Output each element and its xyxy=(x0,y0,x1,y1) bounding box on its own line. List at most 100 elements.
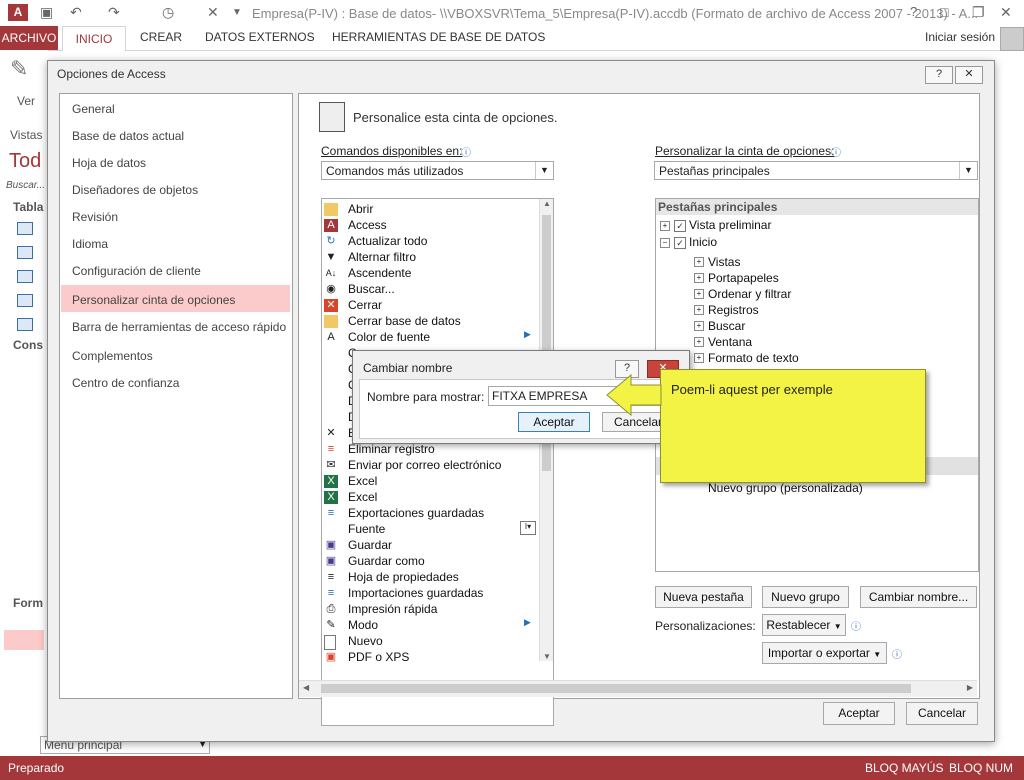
customize-qat-icon[interactable]: ▼ xyxy=(232,7,242,18)
category-general[interactable]: General xyxy=(72,102,115,116)
category-proofing[interactable]: Revisión xyxy=(72,210,118,224)
expand-icon[interactable]: + xyxy=(694,289,704,299)
close-window-icon[interactable]: ✕ xyxy=(1000,4,1012,21)
list-item[interactable]: Exportaciones guardadas xyxy=(348,506,484,520)
chevron-down-icon[interactable]: ▼ xyxy=(959,162,977,179)
list-item[interactable]: Fuente xyxy=(348,522,385,536)
list-item[interactable]: Guardar xyxy=(348,538,392,552)
scroll-up-icon[interactable]: ▲ xyxy=(540,199,553,208)
category-customize-ribbon[interactable]: Personalizar cinta de opciones xyxy=(72,293,235,307)
tab-crear[interactable]: CREAR xyxy=(140,30,182,44)
list-item[interactable]: Excel xyxy=(348,490,377,504)
tree-group-portapapeles[interactable]: Portapapeles xyxy=(708,271,779,285)
list-item[interactable]: Ascendente xyxy=(348,266,411,280)
nav-search-input[interactable]: Buscar... xyxy=(6,180,45,191)
tree-group-ordenar[interactable]: Ordenar y filtrar xyxy=(708,287,791,301)
reset-button[interactable]: Restablecer ▼ xyxy=(762,614,846,636)
tab-inicio[interactable]: INICIO xyxy=(62,26,126,51)
ribbon-options-icon[interactable]: □ xyxy=(940,4,948,20)
close-button[interactable]: ✕ xyxy=(955,66,983,84)
new-group-button[interactable]: Nuevo grupo xyxy=(762,586,849,608)
list-item[interactable]: Alternar filtro xyxy=(348,250,416,264)
queries-header[interactable]: Cons xyxy=(13,338,43,352)
expand-icon[interactable]: + xyxy=(694,257,704,267)
scroll-thumb[interactable] xyxy=(321,684,911,693)
tree-group-vistas[interactable]: Vistas xyxy=(708,255,740,269)
undo-icon[interactable]: ↶ xyxy=(70,4,82,21)
save-icon[interactable]: ▣ xyxy=(40,4,53,21)
tree-item-inicio[interactable]: Inicio xyxy=(689,235,717,249)
access-icon[interactable]: A xyxy=(8,4,28,21)
table-icon[interactable] xyxy=(17,318,33,331)
cancel-button[interactable]: Cancelar xyxy=(906,702,978,725)
tree-item-vista-preliminar[interactable]: Vista preliminar xyxy=(689,218,771,232)
table-icon[interactable] xyxy=(17,270,33,283)
list-item[interactable]: Impresión rápida xyxy=(348,602,437,616)
category-datasheet[interactable]: Hoja de datos xyxy=(72,156,146,170)
new-tab-button[interactable]: Nueva pestaña xyxy=(655,586,752,608)
table-icon[interactable] xyxy=(17,246,33,259)
list-item[interactable]: Eliminar registro xyxy=(348,442,435,456)
list-item[interactable]: Importaciones guardadas xyxy=(348,586,483,600)
delete-icon[interactable]: ✕ xyxy=(207,4,219,21)
tree-group-ventana[interactable]: Ventana xyxy=(708,335,752,349)
form-icon-selected[interactable] xyxy=(4,630,44,650)
redo-icon[interactable]: ↷ xyxy=(108,4,120,21)
horizontal-scrollbar[interactable]: ◀ ▶ xyxy=(299,680,977,697)
category-object-designers[interactable]: Diseñadores de objetos xyxy=(72,183,198,197)
list-item[interactable]: Actualizar todo xyxy=(348,234,427,248)
expand-icon[interactable]: + xyxy=(694,273,704,283)
table-icon[interactable] xyxy=(17,222,33,235)
list-item[interactable]: Access xyxy=(348,218,387,232)
rename-button[interactable]: Cambiar nombre... xyxy=(860,586,977,608)
chevron-down-icon[interactable]: ▼ xyxy=(535,162,553,179)
list-item[interactable]: Color de fuente xyxy=(348,330,430,344)
help-button[interactable]: ? xyxy=(925,66,953,84)
list-item[interactable]: Hoja de propiedades xyxy=(348,570,459,584)
list-item[interactable]: Enviar por correo electrónico xyxy=(348,458,501,472)
category-trust-center[interactable]: Centro de confianza xyxy=(72,376,179,390)
list-item[interactable]: Modo xyxy=(348,618,378,632)
category-client-settings[interactable]: Configuración de cliente xyxy=(72,264,201,278)
history-icon[interactable]: ◷ xyxy=(162,4,174,21)
list-item[interactable]: Abrir xyxy=(348,202,373,216)
tree-group-formato[interactable]: Formato de texto xyxy=(708,351,799,365)
checkbox-inicio[interactable]: ✓ xyxy=(674,237,686,249)
collapse-icon[interactable]: − xyxy=(660,238,670,248)
expand-icon[interactable]: + xyxy=(694,337,704,347)
list-item[interactable]: PDF o XPS xyxy=(348,650,409,664)
list-item[interactable]: Buscar... xyxy=(348,282,395,296)
forms-header[interactable]: Form xyxy=(13,596,43,610)
scroll-down-icon[interactable]: ▼ xyxy=(540,652,553,661)
ribbon-combo[interactable]: Pestañas principales ▼ xyxy=(654,161,978,180)
avatar[interactable] xyxy=(1000,27,1024,51)
category-add-ins[interactable]: Complementos xyxy=(72,349,153,363)
list-item[interactable]: Guardar como xyxy=(348,554,425,568)
tree-group-registros[interactable]: Registros xyxy=(708,303,759,317)
tab-datos-externos[interactable]: DATOS EXTERNOS xyxy=(205,30,315,44)
help-icon[interactable]: ? xyxy=(910,4,917,19)
tables-header[interactable]: Tabla xyxy=(13,200,43,214)
commands-listbox[interactable]: Abrir A Access ↻ Actualizar todo ▼ Alter… xyxy=(321,198,554,726)
expand-icon[interactable]: + xyxy=(694,353,704,363)
expand-icon[interactable]: + xyxy=(694,321,704,331)
scroll-right-icon[interactable]: ▶ xyxy=(967,683,973,692)
tree-group-buscar[interactable]: Buscar xyxy=(708,319,745,333)
restore-icon[interactable]: ❐ xyxy=(972,4,985,21)
signin-link[interactable]: Iniciar sesión xyxy=(925,30,995,44)
ok-button[interactable]: Aceptar xyxy=(823,702,895,725)
list-item[interactable]: Excel xyxy=(348,474,377,488)
commands-combo[interactable]: Comandos más utilizados ▼ xyxy=(321,161,554,180)
tree-item-new-group[interactable]: Nuevo grupo (personalizada) xyxy=(708,481,863,495)
view-icon[interactable]: ✎ xyxy=(10,56,28,82)
list-item[interactable]: Cerrar base de datos xyxy=(348,314,461,328)
import-export-button[interactable]: Importar o exportar ▼ xyxy=(762,642,887,664)
checkbox-vista-preliminar[interactable]: ✓ xyxy=(674,220,686,232)
tab-archivo[interactable]: ARCHIVO xyxy=(0,26,58,50)
tab-herramientas[interactable]: HERRAMIENTAS DE BASE DE DATOS xyxy=(332,30,545,44)
list-item[interactable]: Nuevo xyxy=(348,634,383,648)
category-current-database[interactable]: Base de datos actual xyxy=(72,129,184,143)
scroll-left-icon[interactable]: ◀ xyxy=(303,683,309,692)
category-quick-access[interactable]: Barra de herramientas de acceso rápido xyxy=(72,320,286,334)
table-icon[interactable] xyxy=(17,294,33,307)
